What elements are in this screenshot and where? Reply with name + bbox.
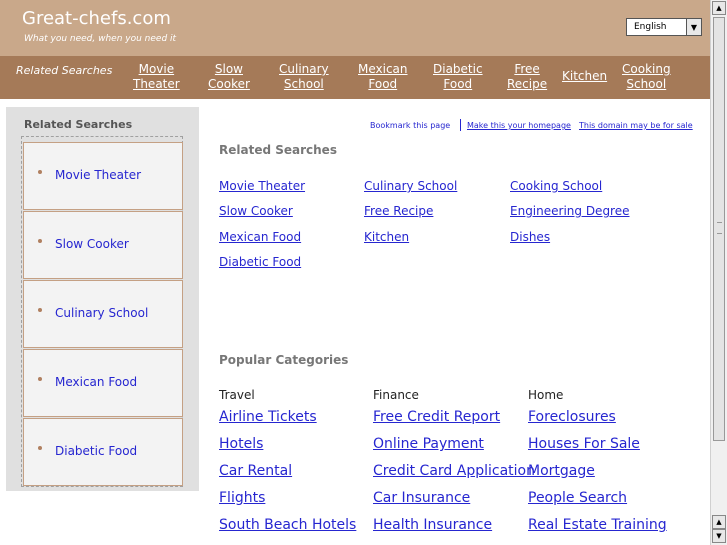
related-link[interactable]: Dishes xyxy=(510,230,550,244)
nav-link-diabetic-food[interactable]: Diabetic Food xyxy=(433,62,483,92)
category-title-finance: Finance xyxy=(373,388,419,402)
category-link[interactable]: Car Rental xyxy=(219,463,292,479)
site-tagline: What you need, when you need it xyxy=(24,34,177,44)
nav-link-free-recipe[interactable]: Free Recipe xyxy=(507,62,547,92)
sidebar-title: Related Searches xyxy=(24,118,133,131)
related-link[interactable]: Cooking School xyxy=(510,179,602,193)
nav-link-mexican-food[interactable]: Mexican Food xyxy=(358,62,408,92)
related-searches-heading: Related Searches xyxy=(219,143,337,157)
bullet-icon xyxy=(38,239,42,243)
related-link[interactable]: Engineering Degree xyxy=(510,204,630,218)
nav-title: Related Searches xyxy=(16,64,113,77)
vertical-scrollbar[interactable]: ▲ ▲ ▼ xyxy=(710,0,727,545)
site-title[interactable]: Great-chefs.com xyxy=(22,8,171,29)
category-link[interactable]: Foreclosures xyxy=(528,409,616,425)
related-link[interactable]: Slow Cooker xyxy=(219,204,293,218)
sidebar-item-movie-theater[interactable]: Movie Theater xyxy=(23,142,183,210)
category-link[interactable]: Credit Card Application xyxy=(373,463,535,479)
sidebar-item-diabetic-food[interactable]: Diabetic Food xyxy=(23,418,183,486)
category-link[interactable]: Mortgage xyxy=(528,463,595,479)
bookmark-link[interactable]: Bookmark this page xyxy=(370,121,450,130)
scrollbar-thumb[interactable] xyxy=(713,17,725,441)
nav-link-kitchen[interactable]: Kitchen xyxy=(562,69,607,84)
sidebar-item-label[interactable]: Culinary School xyxy=(55,306,148,320)
related-link[interactable]: Free Recipe xyxy=(364,204,433,218)
language-select-value: English xyxy=(634,22,667,32)
nav-link-movie-theater[interactable]: Movie Theater xyxy=(133,62,180,92)
category-link[interactable]: Online Payment xyxy=(373,436,484,452)
scroll-up-icon[interactable]: ▲ xyxy=(712,515,726,529)
related-link[interactable]: Culinary School xyxy=(364,179,457,193)
category-link[interactable]: Flights xyxy=(219,490,265,506)
sidebar-item-label[interactable]: Mexican Food xyxy=(55,375,137,389)
category-link[interactable]: People Search xyxy=(528,490,627,506)
category-link[interactable]: Health Insurance xyxy=(373,517,492,533)
nav-link-slow-cooker[interactable]: Slow Cooker xyxy=(208,62,250,92)
sidebar: Related Searches Movie Theater Slow Cook… xyxy=(6,107,199,491)
language-select[interactable]: English ▼ xyxy=(626,18,702,36)
sidebar-item-slow-cooker[interactable]: Slow Cooker xyxy=(23,211,183,279)
sidebar-item-culinary-school[interactable]: Culinary School xyxy=(23,280,183,348)
chevron-down-icon[interactable]: ▼ xyxy=(686,19,701,35)
grip-icon xyxy=(717,222,722,234)
scroll-down-icon[interactable]: ▼ xyxy=(712,529,726,543)
scroll-up-icon[interactable]: ▲ xyxy=(712,1,726,15)
bullet-icon xyxy=(38,170,42,174)
bullet-icon xyxy=(38,377,42,381)
homepage-link[interactable]: Make this your homepage xyxy=(467,121,571,130)
category-link[interactable]: Real Estate Training xyxy=(528,517,667,533)
bullet-icon xyxy=(38,446,42,450)
nav-bar: Related Searches Movie Theater Slow Cook… xyxy=(0,56,710,99)
category-title-travel: Travel xyxy=(219,388,255,402)
category-title-home: Home xyxy=(528,388,564,402)
category-link[interactable]: South Beach Hotels xyxy=(219,517,356,533)
related-link[interactable]: Mexican Food xyxy=(219,230,301,244)
site-header: Great-chefs.com What you need, when you … xyxy=(0,0,710,56)
related-link[interactable]: Kitchen xyxy=(364,230,409,244)
sidebar-item-label[interactable]: Slow Cooker xyxy=(55,237,129,251)
popular-categories-heading: Popular Categories xyxy=(219,353,349,367)
related-link[interactable]: Movie Theater xyxy=(219,179,305,193)
category-link[interactable]: Car Insurance xyxy=(373,490,470,506)
domain-sale-link[interactable]: This domain may be for sale xyxy=(579,121,693,130)
sidebar-item-label[interactable]: Movie Theater xyxy=(55,168,141,182)
toplinks-separator xyxy=(460,119,461,131)
sidebar-item-label[interactable]: Diabetic Food xyxy=(55,444,137,458)
nav-link-culinary-school[interactable]: Culinary School xyxy=(279,62,329,92)
nav-link-cooking-school[interactable]: Cooking School xyxy=(622,62,671,92)
related-link[interactable]: Diabetic Food xyxy=(219,255,301,269)
category-link[interactable]: Airline Tickets xyxy=(219,409,317,425)
category-link[interactable]: Houses For Sale xyxy=(528,436,640,452)
category-link[interactable]: Hotels xyxy=(219,436,263,452)
sidebar-item-mexican-food[interactable]: Mexican Food xyxy=(23,349,183,417)
category-link[interactable]: Free Credit Report xyxy=(373,409,500,425)
bullet-icon xyxy=(38,308,42,312)
